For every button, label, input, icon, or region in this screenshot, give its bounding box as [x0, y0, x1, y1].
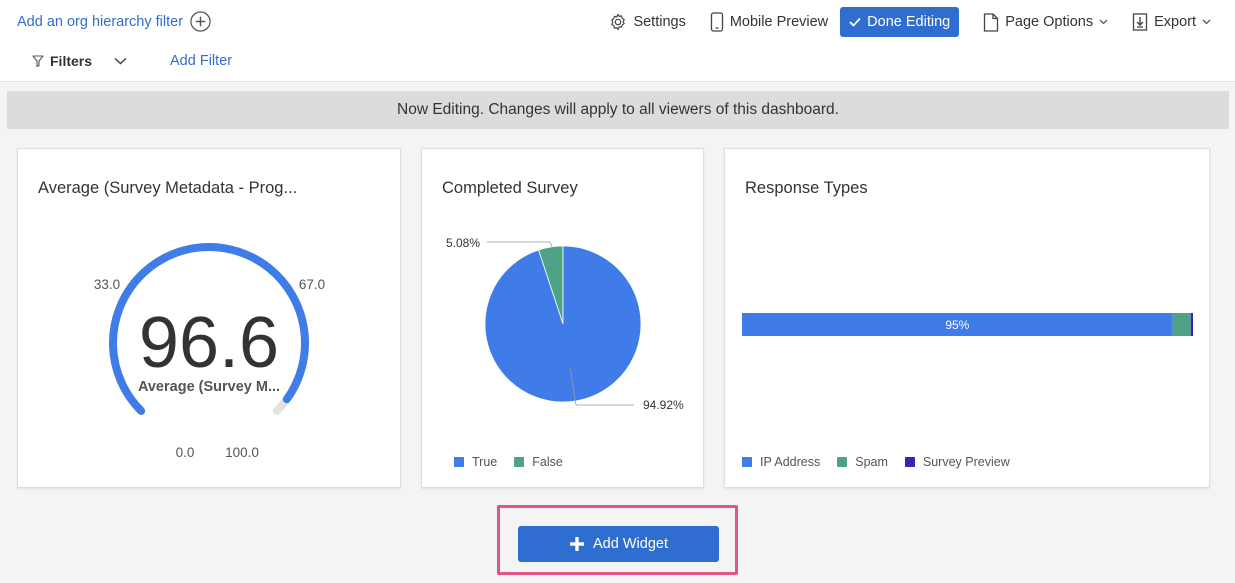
filters-row: Filters Add Filter	[32, 48, 232, 74]
filters-toggle[interactable]: Filters	[32, 53, 92, 69]
page-options-label: Page Options	[1005, 14, 1094, 30]
bar-segment-survey-preview[interactable]	[1190, 313, 1193, 336]
chevron-down-icon[interactable]	[114, 57, 127, 65]
gauge-tick-label: 33.0	[94, 277, 120, 292]
settings-button[interactable]: Settings	[609, 7, 686, 37]
pie-data-label: 5.08%	[446, 236, 480, 250]
plus-circle-icon	[190, 11, 211, 32]
add-filter-link[interactable]: Add Filter	[170, 53, 232, 69]
add-widget-button[interactable]: Add Widget	[518, 526, 719, 562]
legend-swatch	[514, 457, 525, 467]
export-button[interactable]: Export	[1132, 7, 1211, 37]
gauge-widget[interactable]: Average (Survey Metadata - Prog... 96.6 …	[17, 148, 401, 488]
page-options-button[interactable]: Page Options	[983, 7, 1108, 37]
toolbar-actions: Settings Mobile Preview Done Editing Pag…	[585, 7, 1211, 37]
add-org-hierarchy-filter-button[interactable]: Add an org hierarchy filter	[17, 11, 211, 32]
legend-label: True	[472, 455, 498, 469]
legend-label: False	[532, 455, 563, 469]
pie-leader-line	[487, 241, 554, 250]
settings-label: Settings	[633, 14, 686, 30]
mobile-preview-label: Mobile Preview	[729, 14, 829, 30]
bar-segment-spam[interactable]	[1172, 313, 1191, 336]
gauge-chart: 96.6 Average (Survey M... 33.0 67.0 0.0 …	[94, 242, 325, 460]
pie-chart: 5.08% 94.92%	[446, 236, 684, 412]
legend-item[interactable]: Spam	[837, 455, 888, 469]
legend-swatch	[454, 457, 464, 467]
gauge-value: 96.6	[139, 303, 279, 383]
legend-label: IP Address	[760, 455, 821, 469]
gauge-tick-label: 0.0	[176, 445, 195, 460]
legend-item[interactable]: False	[514, 455, 563, 469]
legend-swatch	[904, 457, 915, 467]
legend-item[interactable]: IP Address	[742, 455, 820, 469]
legend-swatch	[837, 457, 848, 467]
mobile-phone-icon	[710, 12, 723, 32]
export-icon	[1132, 13, 1148, 31]
legend-item[interactable]: Survey Preview	[904, 455, 1010, 469]
chevron-down-icon	[1202, 19, 1211, 25]
legend-swatch	[742, 457, 752, 467]
gear-icon	[611, 13, 626, 31]
pie-legend: True False	[454, 455, 580, 469]
pie-slice-true[interactable]	[484, 245, 642, 403]
funnel-icon	[32, 55, 44, 67]
gauge-tick-label: 100.0	[225, 445, 259, 460]
pie-widget[interactable]: Completed Survey 5.08% 94.92% True False	[421, 148, 704, 488]
org-filter-label: Add an org hierarchy filter	[17, 13, 184, 30]
pie-data-label: 94.92%	[643, 398, 684, 412]
export-label: Export	[1154, 14, 1196, 30]
legend-label: Survey Preview	[922, 455, 1010, 469]
checkmark-icon	[849, 17, 861, 27]
legend-label: Spam	[855, 455, 888, 469]
done-editing-label: Done Editing	[867, 14, 951, 30]
legend-item[interactable]: True	[454, 455, 497, 469]
plus-icon	[570, 537, 585, 551]
gauge-tick-label: 67.0	[299, 277, 325, 292]
stacked-bar-chart: 95%	[742, 313, 1193, 336]
add-widget-label: Add Widget	[593, 536, 668, 552]
dashboard-toolbar: Add an org hierarchy filter Settings Mob…	[0, 0, 1235, 82]
done-editing-button[interactable]: Done Editing	[840, 7, 960, 37]
editing-banner-text: Now Editing. Changes will apply to all v…	[397, 101, 839, 118]
bar-data-label: 95%	[945, 318, 969, 332]
chevron-down-icon	[1099, 19, 1108, 25]
editing-banner: Now Editing. Changes will apply to all v…	[7, 91, 1229, 129]
filters-label: Filters	[50, 53, 93, 69]
page-icon	[984, 12, 999, 32]
stacked-bar-widget[interactable]: Response Types 95% IP Address Spam Surve…	[724, 148, 1210, 488]
gauge-caption: Average (Survey M...	[138, 379, 280, 395]
mobile-preview-button[interactable]: Mobile Preview	[710, 7, 828, 37]
bar-legend: IP Address Spam Survey Preview	[742, 455, 1027, 469]
